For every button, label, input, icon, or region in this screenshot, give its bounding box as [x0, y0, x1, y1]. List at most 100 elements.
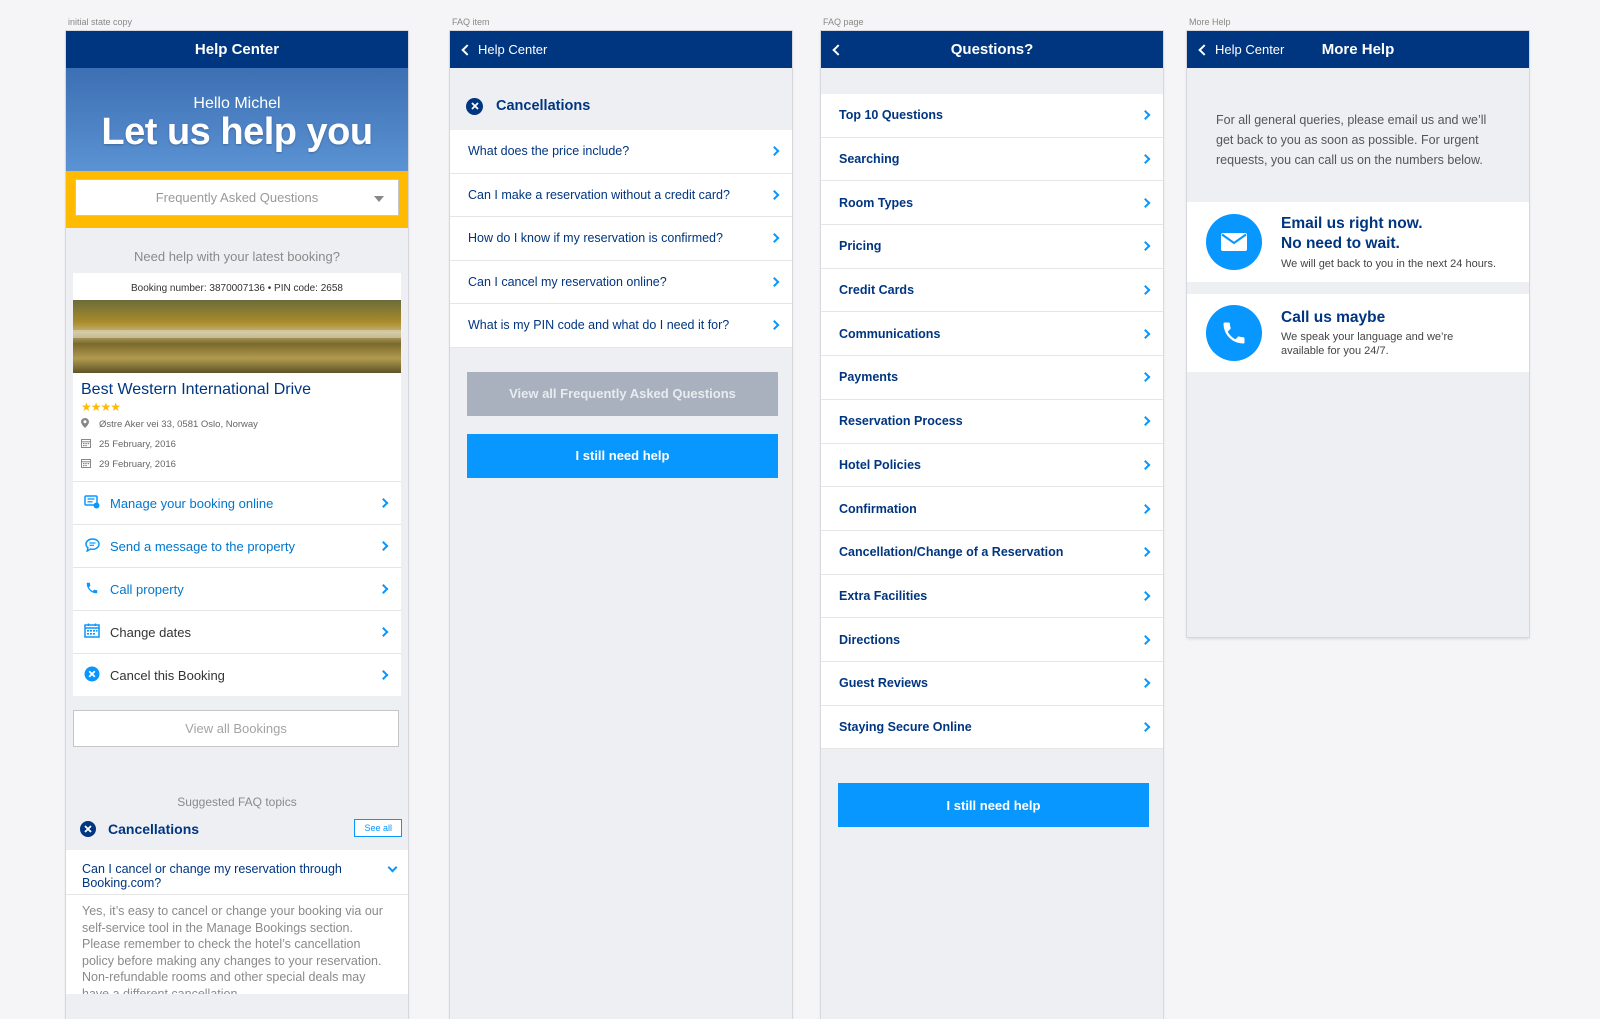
envelope-icon — [1206, 214, 1262, 270]
list-item[interactable]: Pricing — [821, 225, 1163, 269]
chevron-right-icon — [1140, 241, 1151, 252]
screen-label-faq-item: FAQ item — [452, 17, 490, 27]
still-need-help-button[interactable]: I still need help — [838, 783, 1149, 828]
chevron-right-icon — [378, 498, 389, 508]
list-item[interactable]: Communications — [821, 312, 1163, 357]
action-label: Send a message to the property — [110, 538, 296, 554]
screen-label-more-help: More Help — [1189, 17, 1231, 27]
booking-number: Booking number: 3870007136 • PIN code: 2… — [131, 283, 343, 294]
more-help-screen: Help Center More Help For all general qu… — [1187, 31, 1529, 637]
topic-label: Cancellation/Change of a Reservation — [839, 545, 1064, 560]
chevron-right-icon — [378, 627, 389, 637]
call-us-card[interactable]: Call us maybe We speak your language and… — [1187, 294, 1529, 372]
chevron-left-icon — [832, 43, 844, 56]
list-item[interactable]: What does the price include? — [450, 130, 792, 174]
topic-label: Top 10 Questions — [839, 108, 943, 123]
booking-card[interactable]: Booking number: 3870007136 • PIN code: 2… — [73, 273, 401, 481]
list-item[interactable]: Guest Reviews — [821, 662, 1163, 706]
cancel-circle-icon — [466, 97, 483, 115]
see-all-button[interactable]: See all — [354, 819, 402, 837]
email-us-card[interactable]: Email us right now. No need to wait. We … — [1187, 202, 1529, 282]
list-item[interactable]: What is my PIN code and what do I need i… — [450, 304, 792, 348]
help-center-screen: Help Center Hello Michel Let us help you… — [66, 31, 408, 1019]
booking-prompt: Need help with your latest booking? — [134, 249, 340, 264]
chevron-right-icon — [1140, 678, 1151, 689]
faq-topic-name: Cancellations — [108, 821, 200, 837]
back-button[interactable]: Help Center — [460, 31, 547, 68]
change-dates-button[interactable]: Change dates — [73, 610, 401, 653]
faq-question-row[interactable]: Can I cancel or change my reservation th… — [66, 850, 408, 894]
topic-label: Confirmation — [839, 501, 917, 516]
list-item[interactable]: Hotel Policies — [821, 444, 1163, 488]
hotel-name: Best Western International Drive — [81, 381, 312, 398]
list-item[interactable]: Reservation Process — [821, 400, 1163, 444]
back-label: Help Center — [478, 42, 548, 57]
list-item[interactable]: Confirmation — [821, 487, 1163, 531]
topic-label: Hotel Policies — [839, 457, 921, 472]
hero-banner: Hello Michel Let us help you — [66, 68, 408, 171]
topic-label: Payments — [839, 370, 899, 385]
action-label: Manage your booking online — [110, 495, 274, 511]
checkout-line: 29 February, 2016 — [81, 458, 393, 471]
list-item[interactable]: How do I know if my reservation is confi… — [450, 217, 792, 261]
hotel-photo — [73, 300, 401, 373]
list-item[interactable]: Room Types — [821, 181, 1163, 226]
email-subtitle: We will get back to you in the next 24 h… — [1281, 257, 1497, 270]
chevron-right-icon — [1140, 634, 1151, 645]
topic-label: Room Types — [839, 195, 914, 210]
list-item[interactable]: Credit Cards — [821, 269, 1163, 313]
suggested-faq-heading: Suggested FAQ topics — [177, 795, 297, 809]
faq-page-screen: Questions? Top 10 Questions Searching Ro… — [821, 31, 1163, 1019]
list-item[interactable]: Directions — [821, 618, 1163, 662]
manage-booking-button[interactable]: Manage your booking online — [73, 481, 401, 524]
chevron-left-icon — [1198, 43, 1210, 56]
nav-title: More Help — [1321, 41, 1395, 58]
faq-dropdown[interactable]: Frequently Asked Questions — [75, 179, 399, 216]
cancel-circle-icon — [83, 666, 101, 685]
checkin-date: 25 February, 2016 — [99, 439, 176, 450]
question-label: How do I know if my reservation is confi… — [468, 231, 723, 246]
back-button[interactable] — [831, 31, 849, 68]
calendar-icon — [81, 438, 91, 451]
cancel-circle-icon — [80, 821, 96, 837]
phone-icon — [1206, 305, 1262, 361]
view-all-bookings-button[interactable]: View all Bookings — [73, 710, 399, 747]
call-subtitle-2: available for you 24/7. — [1281, 345, 1389, 357]
faq-topic-header: Cancellations See all — [66, 818, 408, 840]
topic-label: Pricing — [839, 239, 882, 254]
chevron-right-icon — [1140, 372, 1151, 383]
list-item[interactable]: Can I make a reservation without a credi… — [450, 174, 792, 217]
list-item[interactable]: Staying Secure Online — [821, 706, 1163, 750]
email-title-2: No need to wait. — [1281, 234, 1400, 252]
calendar-icon — [81, 458, 91, 471]
back-label: Help Center — [1215, 42, 1285, 57]
chevron-left-icon — [461, 43, 473, 56]
question-label: What does the price include? — [468, 144, 630, 159]
topic-label: Searching — [839, 152, 900, 167]
chevron-right-icon — [769, 233, 780, 244]
checkout-date: 29 February, 2016 — [99, 459, 176, 470]
still-need-help-button[interactable]: I still need help — [467, 433, 778, 478]
topic-label: Staying Secure Online — [839, 719, 972, 734]
chevron-right-icon — [1140, 590, 1151, 601]
question-label: What is my PIN code and what do I need i… — [468, 318, 730, 333]
question-label: Can I make a reservation without a credi… — [468, 187, 730, 202]
cancel-booking-button[interactable]: Cancel this Booking — [73, 653, 401, 696]
topic-label: Communications — [839, 326, 941, 341]
list-item[interactable]: Payments — [821, 356, 1163, 400]
list-item[interactable]: Cancellation/Change of a Reservation — [821, 531, 1163, 575]
back-button[interactable]: Help Center — [1197, 31, 1284, 68]
list-item[interactable]: Searching — [821, 138, 1163, 182]
topic-label: Extra Facilities — [839, 588, 928, 603]
chevron-right-icon — [769, 320, 780, 331]
action-label: Call property — [110, 581, 184, 597]
call-property-button[interactable]: Call property — [73, 567, 401, 610]
message-property-button[interactable]: Send a message to the property — [73, 524, 401, 567]
list-item[interactable]: Extra Facilities — [821, 575, 1163, 619]
topic-label: Reservation Process — [839, 414, 963, 429]
view-all-faq-button[interactable]: View all Frequently Asked Questions — [467, 371, 778, 416]
list-item[interactable]: Can I cancel my reservation online? — [450, 261, 792, 304]
list-item[interactable]: Top 10 Questions — [821, 94, 1163, 138]
chevron-right-icon — [1140, 459, 1151, 470]
call-subtitle-1: We speak your language and we’re — [1281, 331, 1454, 343]
